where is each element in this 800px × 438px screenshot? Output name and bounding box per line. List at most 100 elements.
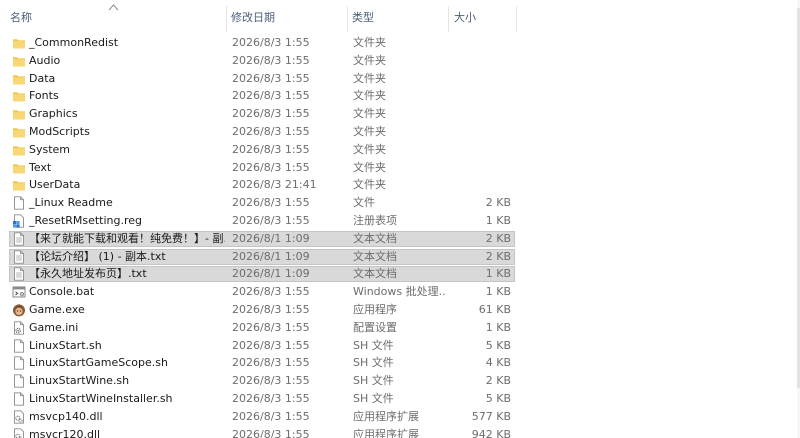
folder-icon — [12, 161, 26, 175]
folder-icon — [12, 36, 26, 50]
file-row[interactable]: LinuxStart.sh 2026/8/3 1:55 SH 文件 5 KB — [0, 337, 800, 355]
file-row[interactable]: _CommonRedist 2026/8/3 1:55 文件夹 — [0, 34, 800, 52]
file-size: 1 KB — [485, 267, 511, 281]
file-type: 注册表项 — [353, 213, 397, 227]
file-type: 文件夹 — [353, 71, 386, 85]
file-type: 文本文档 — [353, 267, 397, 281]
file-row[interactable]: 【永久地址发布页】.txt 2026/8/1 1:09 文本文档 1 KB — [0, 265, 800, 283]
file-icon — [12, 374, 26, 388]
dll-file-icon — [12, 427, 26, 438]
file-row[interactable]: Text 2026/8/3 1:55 文件夹 — [0, 159, 800, 177]
file-type: 文件夹 — [353, 124, 386, 138]
folder-icon — [12, 54, 26, 68]
file-name: Audio — [29, 53, 61, 67]
file-row[interactable]: LinuxStartWineInstaller.sh 2026/8/3 1:55 S… — [0, 390, 800, 408]
file-size: 1 KB — [485, 285, 511, 299]
file-name: 【来了就能下载和观看！纯免费！】- 副... — [29, 231, 225, 245]
file-modified-date: 2026/8/3 1:55 — [232, 427, 310, 438]
file-row[interactable]: System 2026/8/3 1:55 文件夹 — [0, 141, 800, 159]
text-file-icon — [12, 232, 26, 246]
file-name: LinuxStart.sh — [29, 338, 102, 352]
file-size: 2 KB — [485, 196, 511, 210]
column-divider[interactable] — [516, 6, 517, 32]
file-row[interactable]: Game.exe 2026/8/3 1:55 应用程序 61 KB — [0, 301, 800, 319]
file-type: 文件夹 — [353, 89, 386, 103]
file-name: LinuxStartGameScope.sh — [29, 356, 168, 370]
file-row[interactable]: _Linux Readme 2026/8/3 1:55 文件 2 KB — [0, 194, 800, 212]
file-modified-date: 2026/8/3 1:55 — [232, 71, 310, 85]
file-modified-date: 2026/8/3 1:55 — [232, 356, 310, 370]
file-row[interactable]: Audio 2026/8/3 1:55 文件夹 — [0, 52, 800, 70]
file-row[interactable]: LinuxStartWine.sh 2026/8/3 1:55 SH 文件 2 KB — [0, 372, 800, 390]
file-modified-date: 2026/8/3 1:55 — [232, 391, 310, 405]
file-size — [450, 141, 511, 159]
file-name: msvcp140.dll — [29, 409, 103, 423]
file-type: SH 文件 — [353, 356, 394, 370]
file-explorer-list: 名称 修改日期 类型 大小 _CommonRedist 2026/8/3 1:55… — [0, 0, 800, 438]
file-type: SH 文件 — [353, 374, 394, 388]
folder-icon — [12, 178, 26, 192]
file-size: 4 KB — [485, 356, 511, 370]
file-size: 2 KB — [485, 249, 511, 263]
file-row[interactable]: 【来了就能下载和观看！纯免费！】- 副... 2026/8/1 1:09 文本文档 2… — [0, 230, 800, 248]
game-exe-icon — [12, 303, 26, 317]
file-row[interactable]: LinuxStartGameScope.sh 2026/8/3 1:55 SH 文件… — [0, 354, 800, 372]
file-name: Fonts — [29, 89, 59, 103]
file-row[interactable]: Console.bat 2026/8/3 1:55 Windows 批处理... 1 … — [0, 283, 800, 301]
file-modified-date: 2026/8/3 1:55 — [232, 107, 310, 121]
file-name: System — [29, 142, 71, 156]
file-row[interactable]: Game.ini 2026/8/3 1:55 配置设置 1 KB — [0, 319, 800, 337]
file-type: 配置设置 — [353, 320, 397, 334]
file-size — [450, 123, 511, 141]
file-name: LinuxStartWineInstaller.sh — [29, 391, 173, 405]
file-row[interactable]: _ResetRMsetting.reg 2026/8/3 1:55 注册表项 1 KB — [0, 212, 800, 230]
file-size — [450, 87, 511, 105]
column-divider[interactable] — [347, 6, 348, 32]
folder-icon — [12, 143, 26, 157]
file-row[interactable]: Data 2026/8/3 1:55 文件夹 — [0, 70, 800, 88]
file-size: 577 KB — [471, 409, 511, 423]
file-row[interactable]: msvcr120.dll 2026/8/3 1:55 应用程序扩展 942 KB — [0, 426, 800, 438]
column-header-date[interactable]: 修改日期 — [231, 0, 346, 34]
column-header-bar: 名称 修改日期 类型 大小 — [0, 0, 800, 34]
chevron-up-icon — [108, 4, 119, 11]
file-type: 文件夹 — [353, 107, 386, 121]
file-size: 61 KB — [478, 302, 511, 316]
file-row[interactable]: Fonts 2026/8/3 1:55 文件夹 — [0, 87, 800, 105]
file-row[interactable]: ModScripts 2026/8/3 1:55 文件夹 — [0, 123, 800, 141]
file-type: 文件夹 — [353, 53, 386, 67]
file-icon — [12, 392, 26, 406]
file-row[interactable]: Graphics 2026/8/3 1:55 文件夹 — [0, 105, 800, 123]
column-divider[interactable] — [226, 6, 227, 32]
file-name: UserData — [29, 178, 81, 192]
file-name: ModScripts — [29, 124, 90, 138]
file-modified-date: 2026/8/3 1:55 — [232, 142, 310, 156]
dll-file-icon — [12, 410, 26, 424]
file-modified-date: 2026/8/3 1:55 — [232, 124, 310, 138]
column-header-type[interactable]: 类型 — [352, 0, 447, 34]
file-size — [450, 34, 511, 52]
file-type: 应用程序扩展 — [353, 409, 419, 423]
file-modified-date: 2026/8/3 21:41 — [232, 178, 317, 192]
file-modified-date: 2026/8/3 1:55 — [232, 302, 310, 316]
file-name: _ResetRMsetting.reg — [29, 213, 143, 227]
file-row[interactable]: 【论坛介绍】 (1) - 副本.txt 2026/8/1 1:09 文本文档 2 KB — [0, 248, 800, 266]
file-name: _Linux Readme — [29, 196, 113, 210]
file-type: 文本文档 — [353, 231, 397, 245]
file-type: 文件夹 — [353, 160, 386, 174]
column-header-size[interactable]: 大小 — [454, 0, 514, 34]
file-name: msvcr120.dll — [29, 427, 101, 438]
text-file-icon — [12, 249, 26, 264]
file-name: _CommonRedist — [29, 36, 119, 49]
file-modified-date: 2026/8/3 1:55 — [232, 36, 310, 49]
file-row[interactable]: UserData 2026/8/3 21:41 文件夹 — [0, 176, 800, 194]
file-type: 文件夹 — [353, 142, 386, 156]
folder-icon — [12, 72, 26, 86]
file-modified-date: 2026/8/3 1:55 — [232, 409, 310, 423]
file-row[interactable]: msvcp140.dll 2026/8/3 1:55 应用程序扩展 577 KB — [0, 408, 800, 426]
file-modified-date: 2026/8/1 1:09 — [232, 267, 310, 281]
file-modified-date: 2026/8/3 1:55 — [232, 53, 310, 67]
column-divider[interactable] — [448, 6, 449, 32]
file-modified-date: 2026/8/3 1:55 — [232, 338, 310, 352]
file-name: Console.bat — [29, 285, 95, 299]
